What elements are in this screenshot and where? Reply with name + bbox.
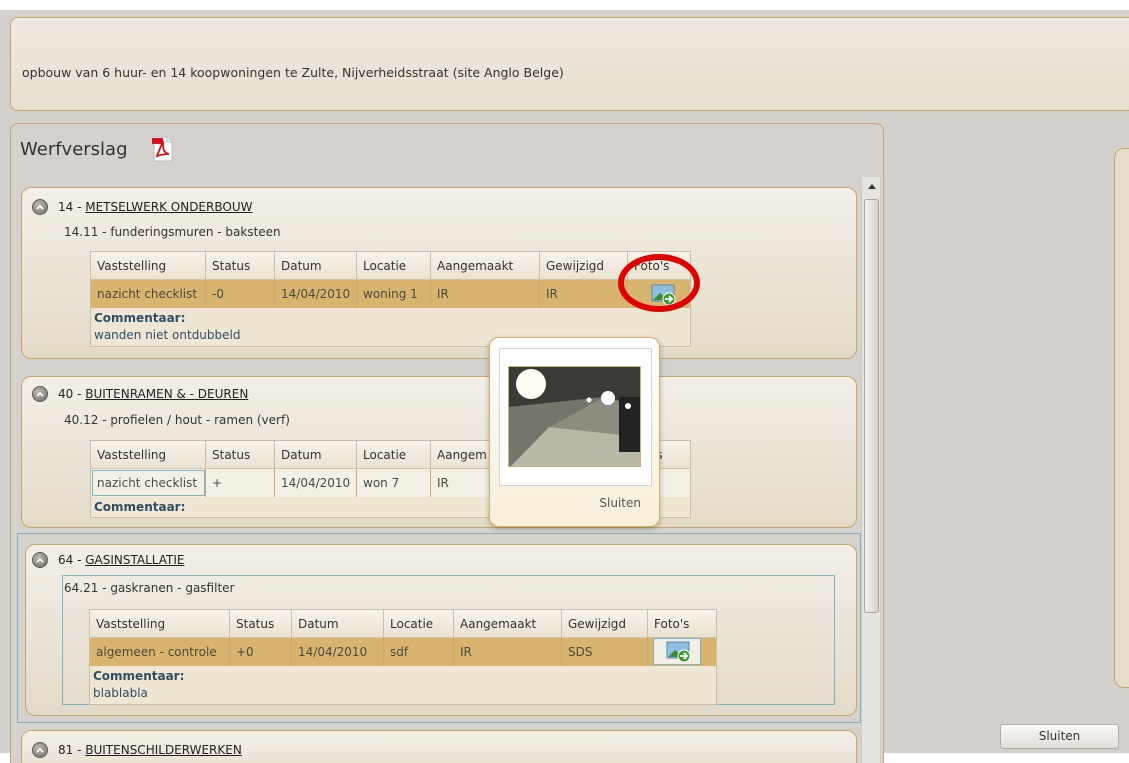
col-vaststelling[interactable]: Vaststelling bbox=[91, 441, 206, 469]
cell-status: + bbox=[206, 469, 275, 497]
scroll-up-button[interactable] bbox=[863, 177, 880, 195]
vertical-scrollbar[interactable] bbox=[861, 177, 881, 763]
close-button[interactable]: Sluiten bbox=[1000, 724, 1119, 749]
collapse-section-81-button[interactable] bbox=[32, 742, 48, 758]
photo-thumbnail[interactable] bbox=[508, 366, 641, 467]
app-window: opbouw van 6 huur- en 14 koopwoningen te… bbox=[0, 10, 1129, 763]
col-status[interactable]: Status bbox=[206, 252, 275, 280]
chevron-up-icon bbox=[36, 391, 44, 397]
cell-datum: 14/04/2010 bbox=[275, 469, 357, 497]
col-datum[interactable]: Datum bbox=[292, 610, 384, 638]
cell-vaststelling: nazicht checklist bbox=[91, 280, 206, 308]
section-separator: - bbox=[73, 553, 86, 567]
col-locatie[interactable]: Locatie bbox=[384, 610, 454, 638]
observation-grid: Vaststelling Status Datum Locatie Aangem… bbox=[90, 251, 691, 347]
chevron-up-icon bbox=[36, 557, 44, 563]
section-name-link[interactable]: GASINSTALLATIE bbox=[85, 553, 184, 567]
project-title: opbouw van 6 huur- en 14 koopwoningen te… bbox=[22, 65, 564, 80]
section-14: 14 - METSELWERK ONDERBOUW 14.11 - funder… bbox=[21, 187, 857, 359]
collapse-section-14-button[interactable] bbox=[32, 199, 48, 215]
collapse-section-40-button[interactable] bbox=[32, 386, 48, 402]
section-64: 64 - GASINSTALLATIE 64.21 - gaskranen - … bbox=[25, 544, 857, 716]
section-40: 40 - BUITENRAMEN & - DEUREN 40.12 - prof… bbox=[21, 376, 857, 528]
section-81: 81 - BUITENSCHILDERWERKEN bbox=[21, 730, 857, 763]
photo-popup: Sluiten bbox=[489, 337, 660, 527]
side-panel bbox=[1114, 148, 1129, 688]
grid-header: Vaststelling Status Datum Locatie Aangem… bbox=[90, 610, 716, 638]
cell-locatie: won 7 bbox=[357, 469, 431, 497]
add-photo-button[interactable] bbox=[653, 638, 701, 665]
section-code: 81 bbox=[58, 743, 74, 757]
section-title: 40 - BUITENRAMEN & - DEUREN bbox=[58, 387, 248, 401]
chevron-up-icon bbox=[36, 747, 44, 753]
section-name-link[interactable]: METSELWERK ONDERBOUW bbox=[85, 200, 252, 214]
col-vaststelling[interactable]: Vaststelling bbox=[91, 252, 206, 280]
col-gewijzigd[interactable]: Gewijzigd bbox=[540, 252, 628, 280]
col-status[interactable]: Status bbox=[206, 441, 275, 469]
popup-close-link[interactable]: Sluiten bbox=[599, 496, 641, 510]
subsection-title: 40.12 - profielen / hout - ramen (verf) bbox=[64, 413, 290, 427]
cell-vaststelling: algemeen - controle bbox=[90, 638, 230, 666]
panel-title: Werfverslag bbox=[20, 139, 128, 160]
col-status[interactable]: Status bbox=[230, 610, 292, 638]
section-code: 40 bbox=[58, 387, 74, 401]
comment-label: Commentaar: bbox=[93, 669, 185, 683]
highlight-circle bbox=[618, 254, 700, 312]
cell-locatie: sdf bbox=[384, 638, 454, 666]
comment-text: wanden niet ontdubbeld bbox=[94, 328, 241, 342]
section-title: 64 - GASINSTALLATIE bbox=[58, 553, 185, 567]
cell-aangemaakt: IR bbox=[454, 638, 562, 666]
section-name-link[interactable]: BUITENRAMEN & - DEUREN bbox=[85, 387, 248, 401]
subsection-title: 64.21 - gaskranen - gasfilter bbox=[64, 581, 235, 595]
section-title: 81 - BUITENSCHILDERWERKEN bbox=[58, 743, 242, 757]
comment-label: Commentaar: bbox=[94, 311, 186, 325]
cell-status: +0 bbox=[230, 638, 292, 666]
col-vaststelling[interactable]: Vaststelling bbox=[90, 610, 230, 638]
section-code: 64 bbox=[58, 553, 74, 567]
cell-datum: 14/04/2010 bbox=[275, 280, 357, 308]
subsection-title: 14.11 - funderingsmuren - baksteen bbox=[64, 225, 281, 239]
comment-text: blablabla bbox=[93, 686, 148, 700]
col-locatie[interactable]: Locatie bbox=[357, 252, 431, 280]
collapse-section-64-button[interactable] bbox=[32, 552, 48, 568]
photo-frame bbox=[499, 348, 652, 486]
grid-header: Vaststelling Status Datum Locatie Aangem… bbox=[91, 252, 690, 280]
room-photo-image bbox=[509, 367, 640, 466]
comment-label: Commentaar: bbox=[94, 500, 186, 514]
col-aangemaakt[interactable]: Aangemaakt bbox=[431, 252, 540, 280]
pdf-icon[interactable] bbox=[152, 136, 174, 165]
section-name-link[interactable]: BUITENSCHILDERWERKEN bbox=[85, 743, 242, 757]
col-datum[interactable]: Datum bbox=[275, 252, 357, 280]
section-code: 14 bbox=[58, 200, 74, 214]
werfverslag-panel: Werfverslag 14 - METSELWERK ONDERBOUW 14… bbox=[10, 123, 884, 763]
table-row[interactable]: nazicht checklist -0 14/04/2010 woning 1… bbox=[91, 280, 690, 308]
project-header: opbouw van 6 huur- en 14 koopwoningen te… bbox=[10, 17, 1129, 111]
col-fotos[interactable]: Foto's bbox=[648, 610, 718, 638]
table-row[interactable]: algemeen - controle +0 14/04/2010 sdf IR… bbox=[90, 638, 716, 666]
col-datum[interactable]: Datum bbox=[275, 441, 357, 469]
col-locatie[interactable]: Locatie bbox=[357, 441, 431, 469]
cell-status: -0 bbox=[206, 280, 275, 308]
observation-grid: Vaststelling Status Datum Locatie Aangem… bbox=[89, 609, 717, 705]
chevron-up-icon bbox=[36, 204, 44, 210]
section-separator: - bbox=[73, 743, 86, 757]
cell-aangemaakt: IR bbox=[431, 280, 540, 308]
col-gewijzigd[interactable]: Gewijzigd bbox=[562, 610, 648, 638]
cell-datum: 14/04/2010 bbox=[292, 638, 384, 666]
section-title: 14 - METSELWERK ONDERBOUW bbox=[58, 200, 252, 214]
section-separator: - bbox=[73, 200, 86, 214]
cell-vaststelling: nazicht checklist bbox=[91, 469, 206, 497]
cell-gewijzigd: SDS bbox=[562, 638, 648, 666]
scroll-thumb[interactable] bbox=[864, 199, 879, 613]
section-separator: - bbox=[73, 387, 86, 401]
add-photo-icon bbox=[666, 641, 692, 666]
arrow-up-icon bbox=[867, 183, 876, 189]
col-aangemaakt[interactable]: Aangemaakt bbox=[454, 610, 562, 638]
cell-gewijzigd: IR bbox=[540, 280, 628, 308]
cell-locatie: woning 1 bbox=[357, 280, 431, 308]
